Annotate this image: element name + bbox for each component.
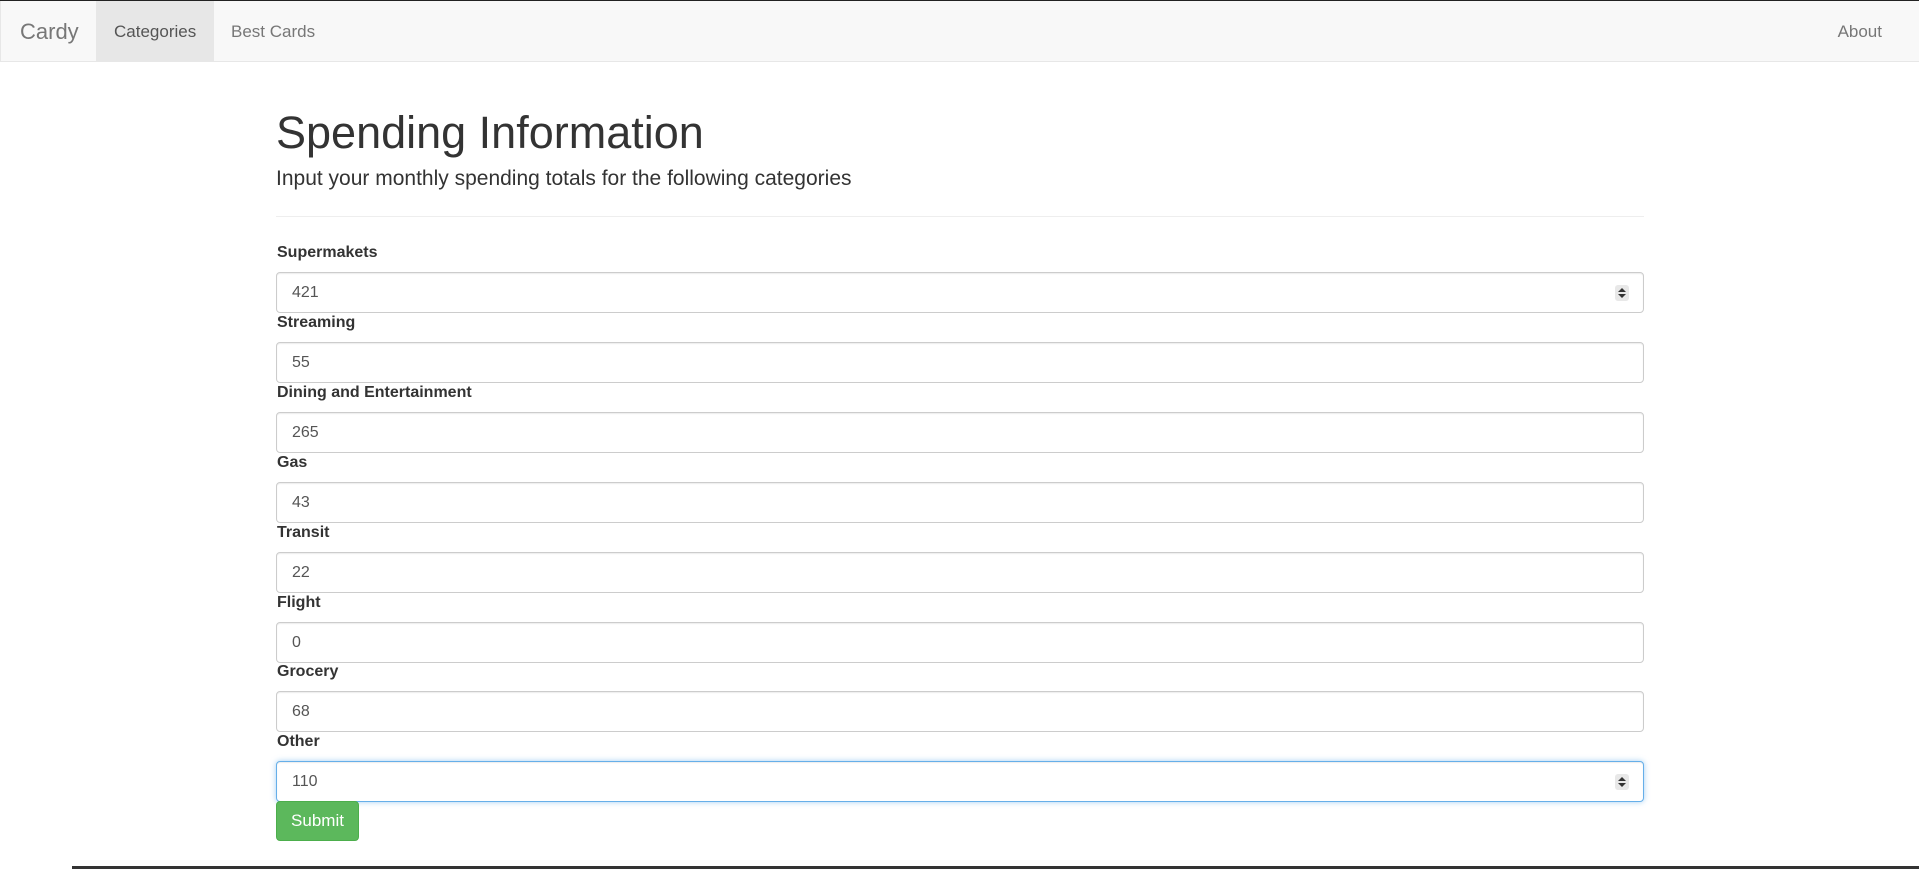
grocery-input-value: 68 <box>292 702 310 720</box>
number-spinner-icon[interactable] <box>1615 774 1629 790</box>
flight-input[interactable]: 0 <box>276 622 1644 663</box>
nav-item-best-cards[interactable]: Best Cards <box>213 1 333 62</box>
header-divider <box>276 216 1644 217</box>
field-label-other: Other <box>277 733 320 750</box>
spinner-up-icon[interactable] <box>1618 288 1626 292</box>
field-label-dining: Dining and Entertainment <box>277 384 472 401</box>
gas-input[interactable]: 43 <box>276 482 1644 523</box>
field-label-transit: Transit <box>277 524 330 541</box>
dining-input[interactable]: 265 <box>276 412 1644 453</box>
submit-button[interactable]: Submit <box>276 801 359 841</box>
spinner-down-icon[interactable] <box>1618 783 1626 787</box>
brand-link[interactable]: Cardy <box>20 1 79 62</box>
flight-input-value: 0 <box>292 633 301 651</box>
streaming-input-value: 55 <box>292 353 310 371</box>
streaming-input[interactable]: 55 <box>276 342 1644 383</box>
gas-input-value: 43 <box>292 493 310 511</box>
navbar: Cardy Categories Best Cards About <box>0 1 1919 62</box>
nav-item-categories[interactable]: Categories <box>96 1 215 62</box>
dining-input-value: 265 <box>292 423 319 441</box>
field-label-streaming: Streaming <box>277 314 356 331</box>
nav-item-about[interactable]: About <box>1820 1 1900 62</box>
transit-input[interactable]: 22 <box>276 552 1644 593</box>
other-input[interactable]: 110 <box>276 761 1644 802</box>
supermarkets-input[interactable]: 421 <box>276 272 1644 313</box>
page-subtitle: Input your monthly spending totals for t… <box>276 167 852 190</box>
transit-input-value: 22 <box>292 563 310 581</box>
grocery-input[interactable]: 68 <box>276 691 1644 732</box>
field-label-supermarkets: Supermakets <box>277 244 378 261</box>
spinner-down-icon[interactable] <box>1618 294 1626 298</box>
field-label-grocery: Grocery <box>277 663 339 680</box>
field-label-gas: Gas <box>277 454 308 471</box>
other-input-value: 110 <box>292 772 318 790</box>
spinner-up-icon[interactable] <box>1618 777 1626 781</box>
supermarkets-input-value: 421 <box>292 283 319 301</box>
page-title: Spending Information <box>276 107 704 158</box>
number-spinner-icon[interactable] <box>1615 285 1629 301</box>
field-label-flight: Flight <box>277 594 321 611</box>
